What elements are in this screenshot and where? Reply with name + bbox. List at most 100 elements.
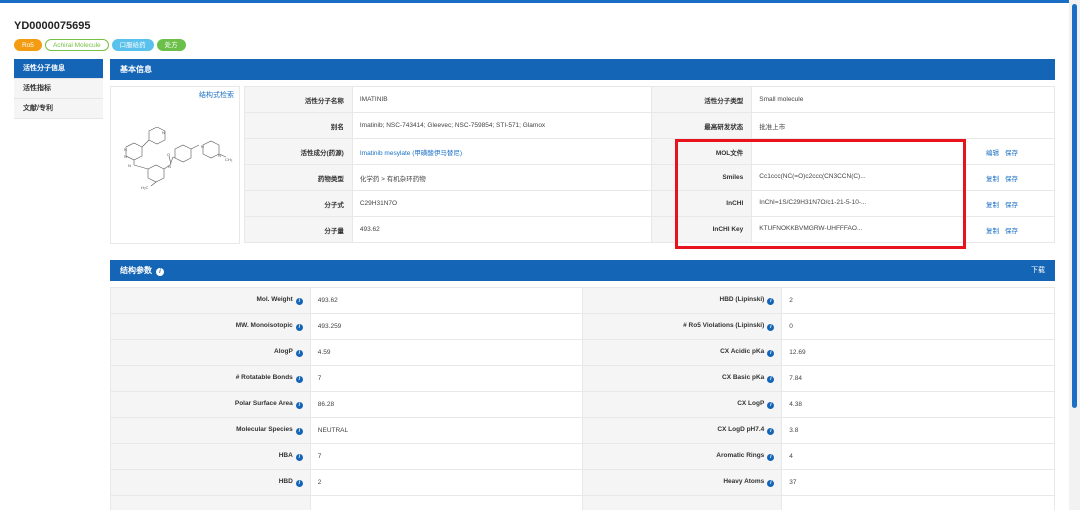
info-icon[interactable]: i — [767, 376, 775, 383]
atom-pip1: N — [201, 144, 204, 149]
copy-button[interactable]: 复制 — [986, 176, 999, 183]
param-value: 0 — [781, 313, 1055, 340]
save-button[interactable]: 保存 — [1005, 176, 1018, 183]
atom-pip2: N — [218, 153, 221, 158]
param-value: 7.84 — [781, 365, 1055, 392]
param-label: Heavy Atoms — [723, 478, 765, 485]
mol-file-cell: 编辑 保存 — [751, 138, 1055, 165]
table-row: Mol. Weight i 493.62 HBD (Lipinski) i 2 — [110, 287, 1055, 314]
status-value: 批准上市 — [751, 112, 1055, 139]
molecule-type-value: Small molecule — [751, 86, 1055, 113]
param-value: 86.28 — [309, 391, 583, 418]
param-label-cell: CX Acidic pKa i — [581, 339, 783, 366]
param-label: # Rotatable Bonds — [235, 374, 293, 381]
table-row: AlogP i 4.59 CX Acidic pKa i 12.69 — [110, 339, 1055, 366]
param-label-cell: # Rotatable Bonds i — [110, 365, 311, 392]
save-button[interactable]: 保存 — [1005, 202, 1018, 209]
info-icon[interactable]: i — [295, 298, 303, 305]
info-icon[interactable]: i — [295, 428, 303, 435]
param-label-cell: HBA i — [110, 443, 311, 470]
basic-label: 活性成分(药源) — [244, 138, 353, 165]
param-label-cell: CX LogP i — [581, 391, 783, 418]
inchikey-cell: KTUFNOKKBVMGRW-UHFFFAO... 复制 保存 — [751, 216, 1055, 243]
info-icon[interactable]: i — [156, 268, 164, 276]
smiles-value: Cc1ccc(NC(=O)c2ccc(CN3CCN(C)... — [759, 172, 866, 180]
sidebar-item-literature[interactable]: 文献/专利 — [14, 99, 103, 119]
page-scrollbar[interactable] — [1069, 0, 1080, 510]
info-icon[interactable]: i — [295, 454, 303, 461]
table-row: Polar Surface Area i 86.28 CX LogP i 4.38 — [110, 391, 1055, 418]
param-label-cell: Mol. Weight i — [110, 287, 311, 314]
info-icon[interactable]: i — [767, 402, 775, 409]
formula-value: C29H31N7O — [351, 190, 653, 217]
param-label: CX LogD pH7.4 — [717, 426, 765, 433]
param-value: 12.69 — [781, 339, 1055, 366]
basic-info-table: 活性分子名称 IMATINIB 活性分子类型 Small molecule 别名… — [244, 86, 1055, 243]
info-icon[interactable]: i — [767, 428, 775, 435]
info-icon[interactable]: i — [295, 350, 303, 357]
inchi-value: InChI=1S/C29H31N7O/c1-21-5-10-... — [759, 198, 867, 206]
param-label: CX LogP — [737, 400, 765, 407]
copy-button[interactable]: 复制 — [986, 228, 999, 235]
param-label: Molecular Species — [236, 426, 293, 433]
molecule-name-value: IMATINIB — [351, 86, 653, 113]
tag-oral: 口服给药 — [111, 39, 154, 51]
active-ingredient-link[interactable]: Imatinib mesylate (甲磺酸伊马替尼) — [360, 150, 462, 157]
tag-list: Ro5 Achiral Molecule 口服给药 处方 — [14, 39, 186, 51]
atom-n2: N — [124, 154, 127, 159]
edit-button[interactable]: 编辑 — [986, 150, 999, 157]
atom-h3c: H₃C — [141, 185, 149, 190]
param-value — [781, 495, 1055, 510]
copy-button[interactable]: 复制 — [986, 202, 999, 209]
param-label: # Ro5 Violations (Lipinski) — [683, 322, 765, 329]
info-icon[interactable]: i — [767, 454, 775, 461]
sidebar-item-activity[interactable]: 活性指标 — [14, 79, 103, 99]
param-label: MW. Monoisotopic — [235, 322, 293, 329]
molecule-id: YD0000075695 — [14, 20, 91, 32]
param-label-cell: Polar Surface Area i — [110, 391, 311, 418]
alias-value: Imatinib; NSC-743414; Gleevec; NSC-75985… — [351, 112, 653, 139]
param-value: 493.259 — [309, 313, 583, 340]
param-label-cell: # Ro5 Violations (Lipinski) i — [581, 313, 783, 340]
info-icon[interactable]: i — [767, 480, 775, 487]
param-label-cell: Aromatic Rings i — [581, 443, 783, 470]
param-label: AlogP — [274, 348, 293, 355]
param-value: NEUTRAL — [309, 417, 583, 444]
info-icon[interactable]: i — [295, 376, 303, 383]
basic-info-header: 基本信息 — [110, 59, 1055, 80]
tag-prescription: 处方 — [156, 39, 186, 51]
atom-o: O — [167, 152, 170, 157]
param-value: 3.8 — [781, 417, 1055, 444]
basic-label: MOL文件 — [651, 138, 753, 165]
sidebar-item-molecule-info[interactable]: 活性分子信息 — [14, 59, 103, 79]
tag-ro5: Ro5 — [14, 39, 42, 51]
save-button[interactable]: 保存 — [1005, 150, 1018, 157]
info-icon[interactable]: i — [295, 324, 303, 331]
table-row: 药物类型 化学药 > 有机杂环药物 Smiles Cc1ccc(NC(=O)c2… — [244, 164, 1055, 191]
structure-search-link[interactable]: 结构式检索 — [199, 90, 234, 100]
inchikey-value: KTUFNOKKBVMGRW-UHFFFAO... — [759, 224, 863, 232]
top-accent-bar — [0, 0, 1080, 3]
scrollbar-thumb[interactable] — [1072, 4, 1077, 408]
info-icon[interactable]: i — [767, 324, 775, 331]
table-row: 活性分子名称 IMATINIB 活性分子类型 Small molecule — [244, 86, 1055, 113]
table-row: 分子量 493.62 InCHI Key KTUFNOKKBVMGRW-UHFF… — [244, 216, 1055, 243]
info-icon[interactable]: i — [295, 480, 303, 487]
save-button[interactable]: 保存 — [1005, 228, 1018, 235]
basic-label: InCHI — [651, 190, 753, 217]
atom-n1: N — [124, 147, 127, 152]
info-icon[interactable]: i — [767, 350, 775, 357]
basic-label: 药物类型 — [244, 164, 353, 191]
param-label-cell — [110, 495, 311, 510]
param-value: 4 — [781, 443, 1055, 470]
param-value: 4.59 — [309, 339, 583, 366]
param-value — [309, 495, 583, 510]
active-ingredient-cell: Imatinib mesylate (甲磺酸伊马替尼) — [351, 138, 653, 165]
table-row: 活性成分(药源) Imatinib mesylate (甲磺酸伊马替尼) MOL… — [244, 138, 1055, 165]
download-button[interactable]: 下载 — [1031, 260, 1045, 281]
param-label-cell: CX LogD pH7.4 i — [581, 417, 783, 444]
info-icon[interactable]: i — [295, 402, 303, 409]
info-icon[interactable]: i — [767, 298, 775, 305]
molecular-weight-value: 493.62 — [351, 216, 653, 243]
param-label-cell: HBD i — [110, 469, 311, 496]
